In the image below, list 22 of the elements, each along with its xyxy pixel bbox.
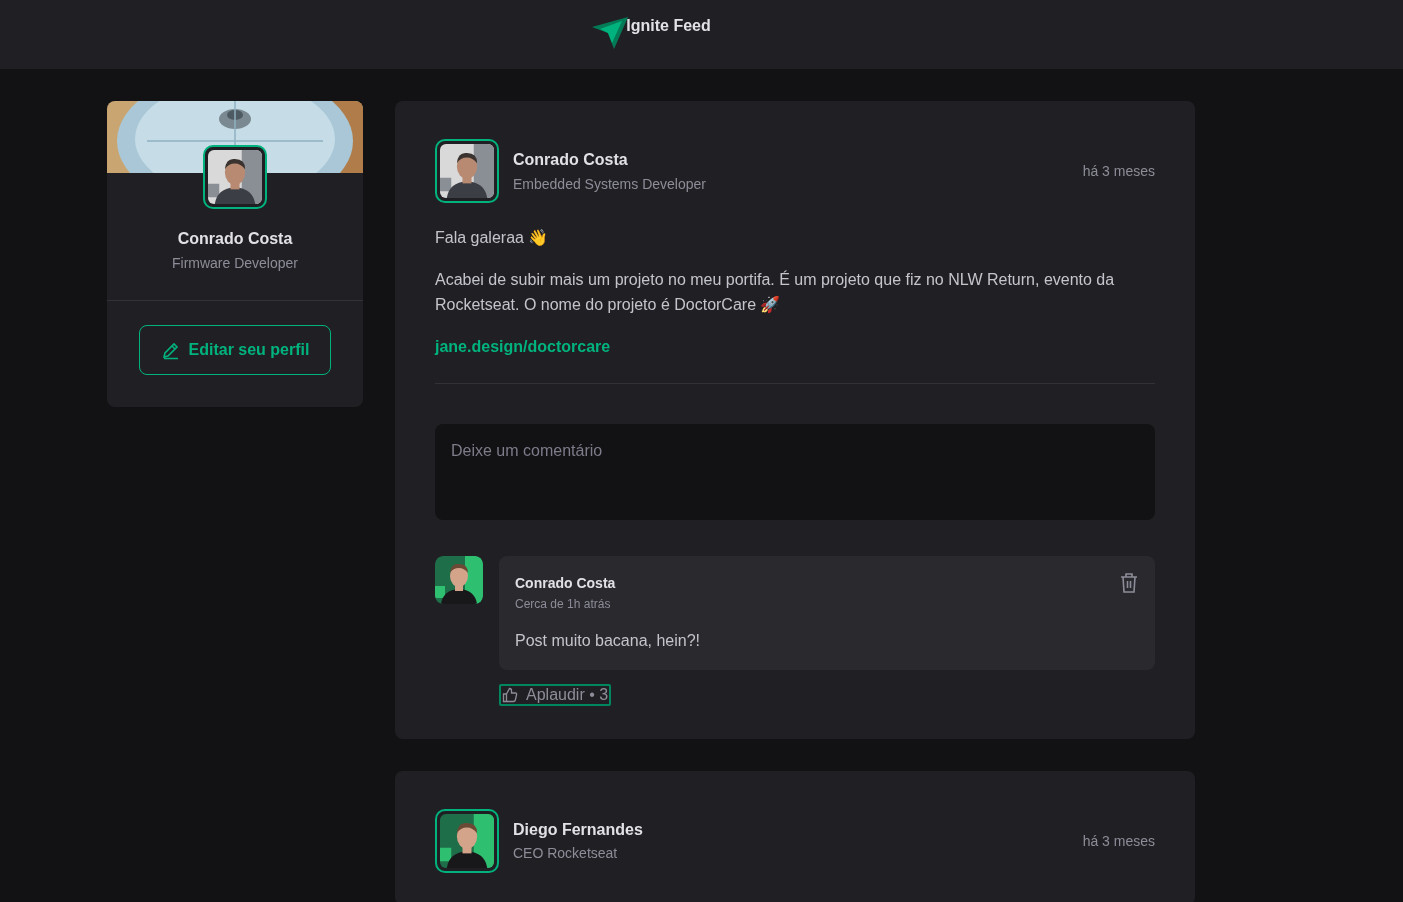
post-text: Fala galeraa 👋 (435, 228, 550, 248)
thumbs-up-icon (502, 686, 518, 703)
author-role: CEO Rocketseat (513, 844, 619, 864)
author-name: Diego Fernandes (513, 819, 643, 840)
profile-name: Conrado Costa (177, 229, 293, 249)
profile-role: Firmware Developer (171, 253, 298, 273)
logo-icon (592, 17, 629, 49)
post-time: há 3 meses (1082, 163, 1155, 179)
comment-field[interactable]: Deixe um comentário (435, 424, 1155, 521)
pencil-icon (160, 340, 181, 360)
comment-text: Post muito bacana, hein?! (515, 630, 701, 651)
post-text: Acabei de subir mais um projeto no meu portifa. É um projeto que fiz no NLW Return, evento da Rocketseat. O nome do projeto é DoctorCare 🚀 (435, 269, 1116, 316)
post-time: há 3 meses (1082, 832, 1155, 849)
edit-profile-button[interactable]: Editar seu perfil (139, 325, 331, 375)
author-name: Conrado Costa (513, 150, 629, 170)
applaud-button[interactable]: Aplaudir • 3 (499, 683, 612, 706)
post-link[interactable]: jane.design/doctorcare (435, 337, 611, 355)
commenter-name: Conrado Costa (515, 574, 616, 594)
comment-time: Cerca de 1h atrás (515, 595, 612, 613)
app-title: Ignite Feed (626, 16, 711, 36)
trash-icon (1119, 572, 1139, 595)
author-role: Embedded Systems Developer (513, 174, 706, 194)
